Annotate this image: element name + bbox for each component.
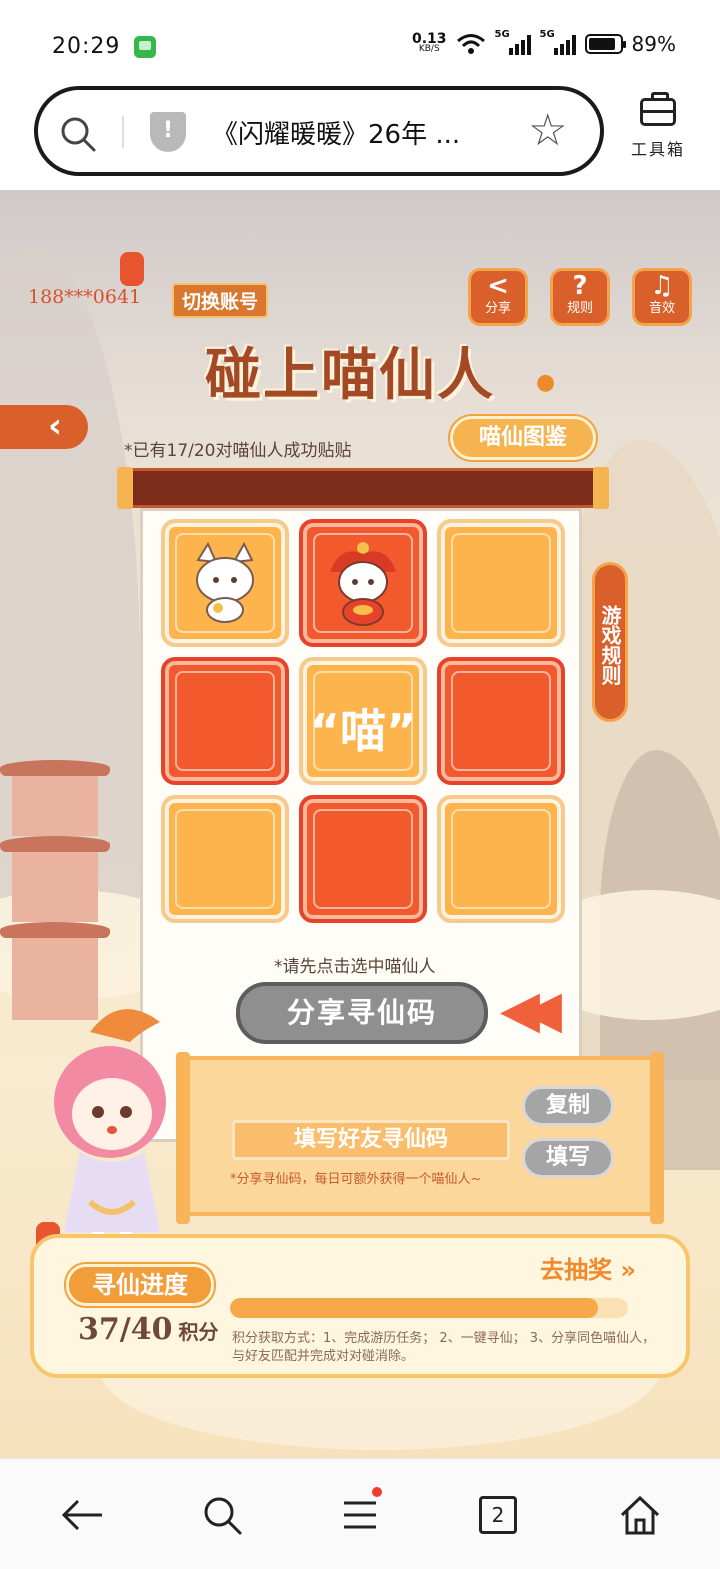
progress-bar: [230, 1298, 628, 1318]
tile-2[interactable]: [299, 519, 427, 647]
message-app-icon: [134, 36, 156, 58]
progress-bar-fill: [230, 1298, 599, 1318]
white-cat-character-icon: [196, 541, 254, 623]
pairs-progress-text: *已有17/20对喵仙人成功贴贴: [124, 441, 352, 461]
pagoda-illustration: [0, 760, 110, 1020]
rules-button[interactable]: ? 规则: [550, 268, 610, 326]
paw-icon: ●: [536, 370, 556, 395]
wifi-icon: [456, 34, 485, 54]
progress-current: 37: [78, 1312, 120, 1347]
red-cat-character-icon: [330, 542, 396, 626]
status-bar: 20:29 0.13 KB/S 5G 5G 89%: [0, 0, 720, 86]
points-rules-note: 积分获取方式：1、完成游历任务； 2、一键寻仙； 3、分享同色喵仙人，与好友匹配…: [232, 1331, 656, 1364]
address-divider: [122, 116, 124, 148]
notification-dot: [372, 1487, 382, 1497]
search-nav-button[interactable]: [192, 1487, 252, 1543]
status-indicators: 0.13 KB/S 5G 5G 89%: [412, 29, 676, 56]
browser-bar: ! 《闪耀暖暖》26年 ... ☆ 工具箱: [0, 86, 720, 190]
game-title: 碰上喵仙人: [205, 342, 495, 408]
tile-6[interactable]: [437, 657, 565, 785]
progress-total: 40: [130, 1312, 173, 1347]
signal-2-label: 5G: [539, 29, 555, 40]
search-icon[interactable]: [58, 114, 98, 154]
page-title[interactable]: 《闪耀暖暖》26年 ...: [212, 114, 460, 151]
tab-count: 2: [479, 1496, 517, 1534]
progress-count: 37/40 积分: [78, 1312, 219, 1347]
lantern-decoration: [120, 252, 144, 286]
code-note: *分享寻仙码，每日可额外获得一个喵仙人~: [230, 1172, 482, 1187]
menu-icon: [344, 1501, 376, 1529]
home-nav-button[interactable]: [610, 1487, 670, 1543]
share-code-button[interactable]: 分享寻仙码: [236, 982, 488, 1044]
net-speed-unit: KB/S: [418, 44, 440, 54]
tabs-nav-button[interactable]: 2: [468, 1487, 528, 1543]
battery-percent: 89%: [631, 32, 676, 56]
net-speed-value: 0.13: [412, 31, 447, 47]
battery-icon: [584, 34, 626, 54]
lottery-link[interactable]: 去抽奖 »: [540, 1250, 636, 1285]
account-id: 188***0641: [28, 286, 142, 308]
menu-nav-button[interactable]: [330, 1487, 390, 1543]
selection-hint: *请先点击选中喵仙人: [274, 957, 436, 977]
address-bar[interactable]: ! 《闪耀暖暖》26年 ... ☆: [34, 86, 604, 176]
friend-code-input[interactable]: 填写好友寻仙码: [232, 1120, 510, 1160]
progress-unit: 积分: [178, 1320, 219, 1344]
chevron-left-icon: ‹: [47, 406, 62, 446]
progress-panel: 寻仙进度 37/40 积分 去抽奖 » 积分获取方式：1、完成游历任务； 2、一键…: [30, 1234, 690, 1378]
home-icon: [620, 1495, 660, 1535]
bookmark-star-icon[interactable]: ☆: [528, 106, 567, 156]
rules-label: 规则: [566, 301, 593, 316]
game-page: 188***0641 切换账号 < 分享 ? 规则 ♫ 音效 碰上喵仙人 ● ‹…: [0, 190, 720, 1458]
tile-7[interactable]: [161, 795, 289, 923]
sound-label: 音效: [648, 301, 675, 316]
back-button[interactable]: ‹: [0, 405, 88, 449]
progress-label: 寻仙进度: [66, 1264, 214, 1306]
tile-9[interactable]: [437, 795, 565, 923]
toolbox-icon: [640, 92, 676, 126]
meow-label: “喵”: [309, 704, 417, 758]
side-rules-label: 游戏规则: [598, 605, 622, 685]
fairy-girl-illustration: [54, 1009, 166, 1261]
music-note-icon: ♫: [650, 271, 674, 301]
double-arrow-left-icon: ◀◀: [500, 980, 562, 1040]
fill-code-button[interactable]: 填写: [522, 1138, 614, 1178]
tile-4[interactable]: [161, 657, 289, 785]
copy-code-button[interactable]: 复制: [522, 1086, 614, 1126]
question-icon: ?: [572, 271, 588, 301]
tile-8[interactable]: [299, 795, 427, 923]
search-icon: [204, 1497, 242, 1535]
toolbox-button[interactable]: 工具箱: [620, 92, 696, 160]
back-nav-button[interactable]: [52, 1487, 112, 1543]
board-scroll-header: [117, 467, 609, 509]
toolbox-label: 工具箱: [630, 140, 685, 159]
tile-5[interactable]: “喵”: [299, 657, 427, 785]
codex-button[interactable]: 喵仙图鉴: [450, 416, 596, 460]
status-time: 20:29: [52, 34, 121, 59]
net-speed: 0.13 KB/S: [412, 31, 447, 54]
shield-warning-icon[interactable]: !: [150, 112, 186, 152]
browser-bottom-nav: 2: [0, 1458, 720, 1569]
tile-3[interactable]: [437, 519, 565, 647]
arrow-left-icon: [61, 1499, 102, 1531]
share-label: 分享: [484, 301, 511, 316]
friend-code-panel: 复制 填写好友寻仙码 填写 *分享寻仙码，每日可额外获得一个喵仙人~: [176, 1052, 664, 1224]
signal-1-label: 5G: [494, 29, 510, 40]
share-button[interactable]: < 分享: [468, 268, 528, 326]
signal-icon-1: 5G: [495, 29, 531, 55]
tile-1[interactable]: [161, 519, 289, 647]
switch-account-button[interactable]: 切换账号: [172, 283, 269, 318]
sound-button[interactable]: ♫ 音效: [632, 268, 692, 326]
game-board: “喵”: [140, 508, 582, 1142]
side-rules-banner[interactable]: 游戏规则: [592, 562, 628, 722]
tile-grid: “喵”: [161, 519, 565, 923]
signal-icon-2: 5G: [540, 29, 576, 55]
share-icon: <: [487, 271, 509, 301]
